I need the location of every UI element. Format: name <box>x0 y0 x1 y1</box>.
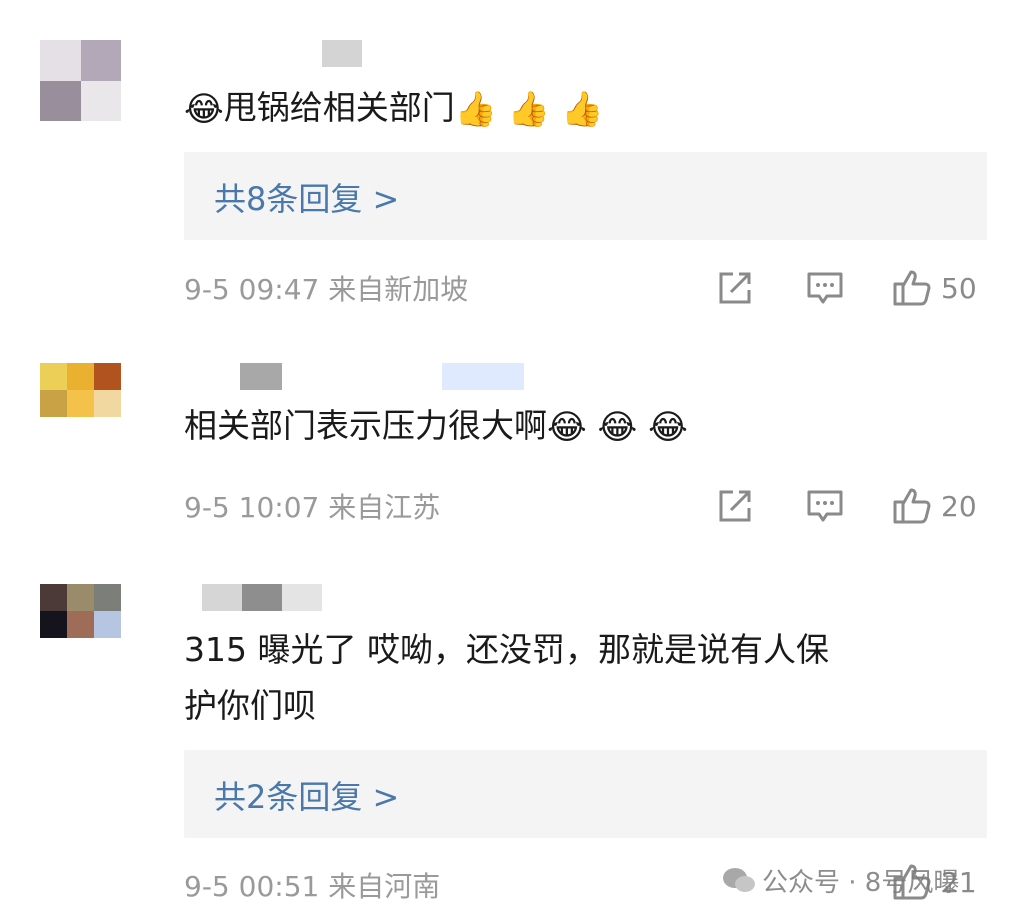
like-button[interactable]: 50 <box>891 268 977 308</box>
share-icon <box>719 490 751 522</box>
username-blurred[interactable] <box>202 584 322 611</box>
comment-icon <box>807 490 843 522</box>
likes-count: 20 <box>941 489 977 523</box>
badge-blurred <box>442 363 524 390</box>
reply-box[interactable]: 共2条回复 > <box>184 750 987 838</box>
wechat-icon <box>723 867 755 892</box>
thumbs-up-emoji: 👍 👍 👍 <box>454 89 604 130</box>
laughing-tears-emoji: 😂 <box>184 89 224 130</box>
share-button[interactable] <box>715 486 755 526</box>
avatar[interactable] <box>40 363 121 444</box>
comment-icon <box>807 272 843 304</box>
username-blurred[interactable] <box>322 40 362 67</box>
username-blurred[interactable] <box>240 363 282 390</box>
comment-actions: 50 <box>715 268 995 308</box>
avatar[interactable] <box>40 40 121 121</box>
reply-box[interactable]: 共8条回复 > <box>184 152 987 240</box>
comment-button[interactable] <box>805 486 845 526</box>
likes-count: 50 <box>941 271 977 305</box>
comment-meta: 9-5 09:47 来自新加坡 <box>184 273 469 306</box>
comment-actions: 20 <box>715 486 995 526</box>
comment-meta: 9-5 10:07 来自江苏 <box>184 491 441 524</box>
share-icon <box>719 272 751 304</box>
thumbs-up-icon <box>893 488 931 524</box>
laughing-tears-emoji: 😂 😂 😂 <box>547 407 688 448</box>
comment-meta: 9-5 00:51 来自河南 <box>184 870 441 903</box>
comment-text: 😂甩锅给相关部门👍 👍 👍 <box>184 88 604 130</box>
like-button[interactable]: 20 <box>891 486 977 526</box>
comment-text: 315 曝光了 哎呦，还没罚，那就是说有人保 护你们呗 <box>184 630 829 725</box>
view-replies-link[interactable]: 共2条回复 > <box>214 772 399 818</box>
share-button[interactable] <box>715 268 755 308</box>
comment-button[interactable] <box>805 268 845 308</box>
view-replies-link[interactable]: 共8条回复 > <box>214 174 399 220</box>
avatar[interactable] <box>40 584 121 665</box>
watermark: 公众号 · 8号风曝 <box>722 862 959 899</box>
comment-text: 相关部门表示压力很大啊😂 😂 😂 <box>184 406 688 448</box>
thumbs-up-icon <box>893 270 931 306</box>
